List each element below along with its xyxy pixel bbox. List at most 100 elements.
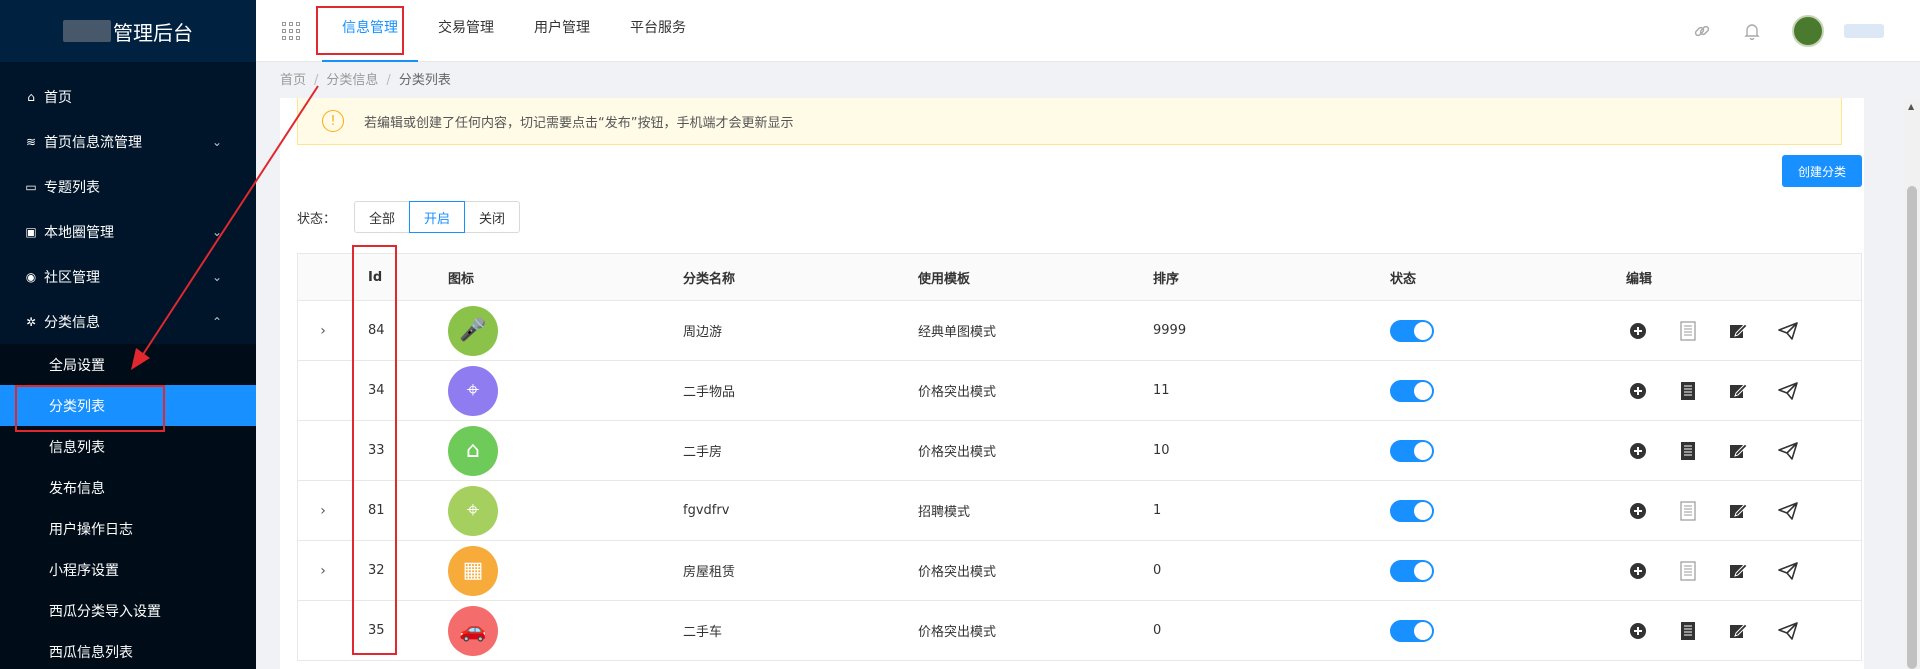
sidebar-item-label: 本地圈管理 <box>44 224 114 241</box>
edit-icon[interactable] <box>1726 559 1750 583</box>
cell-icon: 🚗 <box>448 605 683 656</box>
chevron-down-icon: ⌄ <box>211 224 222 239</box>
sidebar-item-0[interactable]: ⌂ 首页 <box>0 74 256 119</box>
document-icon[interactable] <box>1676 559 1700 583</box>
document-icon[interactable] <box>1676 439 1700 463</box>
sidebar-subitem-0[interactable]: 全局设置 <box>0 344 256 385</box>
cell-name: fgvdfrv <box>683 503 730 518</box>
cell-actions <box>1626 319 1861 343</box>
cell-actions <box>1626 619 1861 643</box>
add-child-icon[interactable] <box>1626 439 1650 463</box>
chevron-down-icon: ⌄ <box>211 134 222 149</box>
status-toggle[interactable] <box>1390 499 1434 522</box>
edit-icon[interactable] <box>1726 439 1750 463</box>
sidebar-subitem-5[interactable]: 小程序设置 <box>0 549 256 590</box>
bell-icon[interactable] <box>1742 21 1762 41</box>
status-filter-option[interactable]: 开启 <box>409 201 466 233</box>
breadcrumb-separator: / <box>386 73 391 88</box>
status-filter-option[interactable]: 全部 <box>354 201 411 233</box>
sidebar-subitem-3[interactable]: 发布信息 <box>0 467 256 508</box>
table-row: 35 🚗 二手车 价格突出模式 0 <box>298 601 1861 661</box>
sidebar-subitem-6[interactable]: 西瓜分类导入设置 <box>0 590 256 631</box>
edit-icon[interactable] <box>1726 319 1750 343</box>
document-icon[interactable] <box>1676 319 1700 343</box>
sidebar-subitem-4[interactable]: 用户操作日志 <box>0 508 256 549</box>
scroll-thumb[interactable] <box>1907 186 1917 669</box>
document-icon[interactable] <box>1676 379 1700 403</box>
user-circle-icon: ◉ <box>25 269 37 284</box>
edit-icon[interactable] <box>1726 379 1750 403</box>
publish-send-icon[interactable] <box>1776 319 1800 343</box>
add-child-icon[interactable] <box>1626 379 1650 403</box>
status-toggle[interactable] <box>1390 559 1434 582</box>
link-icon[interactable] <box>1692 21 1712 41</box>
cell-icon: ⌂ <box>448 425 683 476</box>
publish-send-icon[interactable] <box>1776 439 1800 463</box>
add-child-icon[interactable] <box>1626 319 1650 343</box>
document-icon[interactable] <box>1676 499 1700 523</box>
top-tab-3[interactable]: 平台服务 <box>610 0 706 62</box>
cell-icon: ▦ <box>448 545 683 596</box>
cell-name: 二手物品 <box>683 385 736 400</box>
publish-send-icon[interactable] <box>1776 499 1800 523</box>
sidebar-item-4[interactable]: ◉ 社区管理 ⌄ <box>0 254 256 299</box>
edit-icon[interactable] <box>1726 499 1750 523</box>
cell-name: 二手房 <box>683 445 723 460</box>
expand-row-icon[interactable]: › <box>298 563 348 579</box>
sidebar-subitem-1[interactable]: 分类列表 <box>0 385 256 426</box>
breadcrumb-item[interactable]: 首页 <box>280 73 306 88</box>
user-avatar[interactable] <box>1792 15 1824 47</box>
publish-send-icon[interactable] <box>1776 619 1800 643</box>
status-toggle[interactable] <box>1390 319 1434 342</box>
publish-send-icon[interactable] <box>1776 379 1800 403</box>
cell-name: 周边游 <box>683 325 723 340</box>
status-toggle[interactable] <box>1390 379 1434 402</box>
cell-template: 价格突出模式 <box>918 385 997 400</box>
sidebar-item-label: 社区管理 <box>44 269 100 286</box>
create-category-button[interactable]: 创建分类 <box>1782 155 1862 187</box>
home-icon: ⌂ <box>27 89 35 104</box>
col-header-template: 使用模板 <box>918 271 971 287</box>
expand-row-icon[interactable]: › <box>298 503 348 519</box>
sidebar-menu: ⌂ 首页 ≋ 首页信息流管理 ⌄ ▭ 专题列表 ▣ 本地圈管理 ⌄ ◉ 社区管理 ⌄ ✲ 分类信息 ⌃ 全局设置… <box>0 62 256 669</box>
car-icon: 🚗 <box>448 605 498 656</box>
user-name-redacted[interactable] <box>1844 24 1884 38</box>
sidebar-item-5[interactable]: ✲ 分类信息 ⌃ <box>0 299 256 344</box>
rss-icon: ≋ <box>25 134 37 149</box>
page-scrollbar[interactable]: ▲ <box>1904 98 1920 669</box>
sidebar-item-1[interactable]: ≋ 首页信息流管理 ⌄ <box>0 119 256 164</box>
breadcrumb-item[interactable]: 分类信息 <box>326 73 378 88</box>
edit-icon[interactable] <box>1726 619 1750 643</box>
status-filter-option[interactable]: 关闭 <box>464 201 521 233</box>
status-toggle[interactable] <box>1390 619 1434 642</box>
sidebar-item-2[interactable]: ▭ 专题列表 <box>0 164 256 209</box>
status-filter: 状态： 全部 开启 关闭 <box>297 201 521 233</box>
add-child-icon[interactable] <box>1626 559 1650 583</box>
col-header-edit: 编辑 <box>1626 271 1653 287</box>
add-child-icon[interactable] <box>1626 499 1650 523</box>
sidebar: 管理后台 ⌂ 首页 ≋ 首页信息流管理 ⌄ ▭ 专题列表 ▣ 本地圈管理 ⌄ ◉ 社区管理 ⌄ ✲ 分类信息… <box>0 0 256 669</box>
sidebar-subitem-7[interactable]: 西瓜信息列表 <box>0 631 256 669</box>
document-icon[interactable] <box>1676 619 1700 643</box>
publish-send-icon[interactable] <box>1776 559 1800 583</box>
cell-sort: 10 <box>1153 443 1170 458</box>
cell-actions <box>1626 439 1861 463</box>
sidebar-item-label: 首页 <box>44 89 72 106</box>
cell-sort: 0 <box>1153 563 1162 578</box>
status-toggle[interactable] <box>1390 439 1434 462</box>
expand-row-icon[interactable]: › <box>298 323 348 339</box>
publish-alert: ! 若编辑或创建了任何内容，切记需要点击“发布”按钮，手机端才会更新显示 <box>297 98 1842 145</box>
cell-sort: 9999 <box>1153 323 1187 338</box>
sidebar-subitem-2[interactable]: 信息列表 <box>0 426 256 467</box>
top-tab-1[interactable]: 交易管理 <box>418 0 514 62</box>
add-child-icon[interactable] <box>1626 619 1650 643</box>
status-filter-label: 状态： <box>297 211 337 227</box>
top-tab-2[interactable]: 用户管理 <box>514 0 610 62</box>
top-tab-0[interactable]: 信息管理 <box>322 0 418 62</box>
breadcrumb: 首页 / 分类信息 / 分类列表 <box>280 69 451 88</box>
scroll-up-icon[interactable]: ▲ <box>1908 102 1914 111</box>
apps-grid-icon[interactable] <box>282 21 300 40</box>
cell-status <box>1390 559 1626 582</box>
alert-text: 若编辑或创建了任何内容，切记需要点击“发布”按钮，手机端才会更新显示 <box>364 115 794 131</box>
sidebar-item-3[interactable]: ▣ 本地圈管理 ⌄ <box>0 209 256 254</box>
